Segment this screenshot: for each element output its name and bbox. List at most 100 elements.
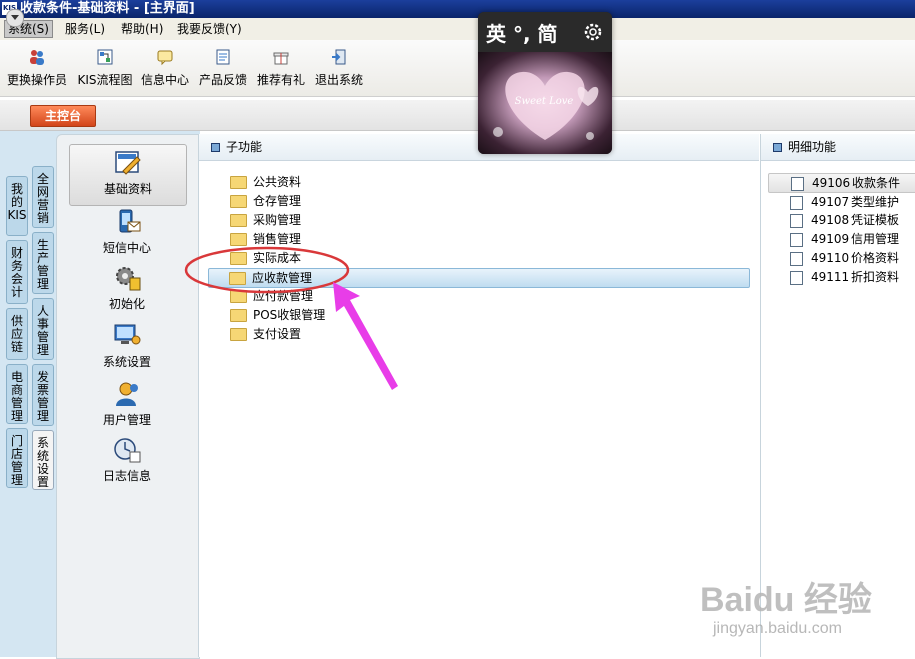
feedback-icon (216, 49, 230, 65)
init-gear-icon (116, 267, 141, 291)
toolbar-label: 信息中心 (140, 73, 189, 87)
exit-system-button[interactable]: 退出系统 (306, 46, 372, 92)
folder-item[interactable]: 公共资料 (230, 173, 748, 191)
vtab-hr[interactable]: 人事管理 (32, 298, 54, 360)
folder-icon (230, 252, 247, 265)
document-icon (791, 176, 804, 191)
folder-icon (230, 176, 247, 189)
vtab-system-settings[interactable]: 系统设置 (32, 430, 54, 490)
system-settings-icon (114, 324, 141, 345)
module-user-management[interactable]: 用户管理 (69, 380, 185, 432)
flowchart-icon (97, 49, 113, 65)
vtab-ecommerce[interactable]: 电商管理 (6, 364, 28, 424)
folder-label: 仓存管理 (253, 194, 302, 208)
detail-label: 价格资料 (851, 251, 900, 265)
menu-service[interactable]: 服务(L) (62, 21, 108, 37)
recommend-gift-button[interactable]: 推荐有礼 (248, 46, 314, 92)
module-sms-center[interactable]: 短信中心 (69, 208, 185, 260)
folder-item[interactable]: 支付设置 (230, 325, 748, 343)
detail-code: 49111 (811, 270, 850, 284)
vtab-label: 供应链 (10, 314, 23, 354)
flowchart-button[interactable]: KIS流程图 (72, 46, 138, 92)
module-basic-data[interactable]: 基础资料 (69, 144, 187, 206)
vtab-supply-chain[interactable]: 供应链 (6, 308, 28, 360)
vtab-marketing[interactable]: 全网营销 (32, 166, 54, 228)
detail-item[interactable]: 49111 折扣资料 (790, 268, 915, 286)
vtab-label: 财务会计 (10, 246, 23, 299)
folder-item[interactable]: POS收银管理 (230, 306, 748, 324)
baidu-watermark: Baidu 经验 (700, 581, 872, 619)
module-label: 用户管理 (102, 413, 151, 427)
module-log-info[interactable]: 日志信息 (69, 436, 185, 488)
user-admin-icon (116, 382, 138, 406)
users-icon (30, 50, 44, 65)
detail-function-title: 明细功能 (788, 140, 837, 154)
folder-icon (230, 290, 247, 303)
folder-item-selected[interactable]: 应收款管理 (208, 268, 750, 288)
info-center-button[interactable]: 信息中心 (132, 46, 198, 92)
tab-main-console[interactable]: 主控台 (30, 105, 96, 127)
popup-header: 英 °, 简 (478, 12, 612, 52)
document-icon (790, 213, 803, 228)
sub-function-title: 子功能 (226, 140, 263, 154)
detail-label: 收款条件 (852, 176, 901, 190)
popup-image-text: Sweet Love (514, 96, 574, 107)
watermark-url: jingyan.baidu.com (713, 620, 842, 637)
folder-item[interactable]: 采购管理 (230, 211, 748, 229)
switch-operator-button[interactable]: 更换操作员 (4, 46, 70, 92)
folder-open-icon (229, 272, 246, 285)
module-label: 短信中心 (102, 241, 151, 255)
vtab-finance[interactable]: 财务会计 (6, 240, 28, 304)
toolbar-label: 更换操作员 (6, 73, 67, 87)
detail-item[interactable]: 49108 凭证模板 (790, 211, 915, 229)
toolbar-label: 推荐有礼 (256, 73, 305, 87)
vtab-label: 门店管理 (10, 434, 23, 487)
vtab-my-kis[interactable]: 我的KIS (6, 176, 28, 236)
folder-label: 实际成本 (253, 251, 302, 265)
message-icon (157, 50, 173, 66)
module-label: 基础资料 (103, 182, 152, 196)
folder-item[interactable]: 实际成本 (230, 249, 748, 267)
gear-icon[interactable] (582, 21, 604, 43)
log-clock-icon (114, 438, 141, 463)
menu-feedback[interactable]: 我要反馈(Y) (174, 21, 245, 37)
toolbar-label: KIS流程图 (77, 73, 133, 87)
detail-item[interactable]: 49109 信用管理 (790, 230, 915, 248)
detail-label: 凭证模板 (851, 213, 900, 227)
vtab-store[interactable]: 门店管理 (6, 428, 28, 488)
module-label: 日志信息 (102, 469, 151, 483)
menu-help[interactable]: 帮助(H) (118, 21, 166, 37)
vtab-label: 生产管理 (36, 238, 49, 291)
vtab-label: 全网营销 (36, 172, 49, 225)
folder-label: 采购管理 (253, 213, 302, 227)
module-initialization[interactable]: 初始化 (69, 264, 185, 318)
folder-label: 销售管理 (253, 232, 302, 246)
document-icon (790, 270, 803, 285)
vtab-production[interactable]: 生产管理 (32, 232, 54, 294)
gift-icon (273, 52, 289, 65)
vtab-label: 系统设置 (36, 436, 49, 489)
ime-skin-popup[interactable]: 英 °, 简 Sweet Love (478, 12, 612, 154)
detail-code: 49110 (811, 251, 850, 265)
folder-item[interactable]: 销售管理 (230, 230, 748, 248)
detail-item[interactable]: 49110 价格资料 (790, 249, 915, 267)
folder-label: 应付款管理 (253, 289, 314, 303)
toolbar-label: 退出系统 (314, 73, 363, 87)
detail-label: 类型维护 (851, 195, 900, 209)
folder-label: 公共资料 (253, 175, 302, 189)
popup-heading: 英 °, 简 (486, 22, 558, 46)
vtab-label: 电商管理 (10, 370, 23, 423)
menu-bar: 系统(S) 服务(L) 帮助(H) 我要反馈(Y) (0, 18, 915, 40)
detail-item-selected[interactable]: 49106 收款条件 (768, 173, 915, 193)
detail-item[interactable]: 49107 类型维护 (790, 193, 915, 211)
folder-icon (230, 233, 247, 246)
window-title: 收款条件-基础资料 - [主界面] (20, 1, 195, 16)
folder-item[interactable]: 应付款管理 (230, 287, 748, 305)
module-system-settings[interactable]: 系统设置 (69, 322, 185, 374)
product-feedback-button[interactable]: 产品反馈 (190, 46, 256, 92)
folder-item[interactable]: 仓存管理 (230, 192, 748, 210)
vtab-invoice[interactable]: 发票管理 (32, 364, 54, 426)
folder-label: POS收银管理 (253, 308, 326, 322)
collapse-chevron-icon[interactable] (6, 9, 24, 27)
folder-label: 支付设置 (253, 327, 302, 341)
